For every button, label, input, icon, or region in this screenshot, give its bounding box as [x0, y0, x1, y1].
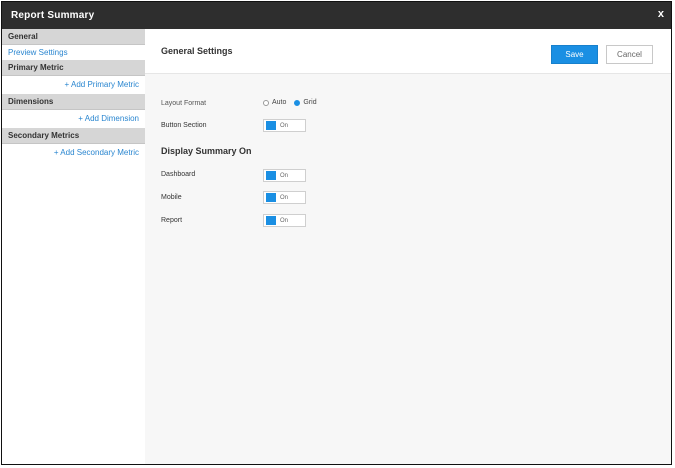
page-title: General Settings: [161, 46, 233, 56]
sidebar-header-dimensions: Dimensions: [2, 94, 145, 110]
cancel-button[interactable]: Cancel: [606, 45, 653, 64]
button-section-toggle[interactable]: On: [263, 119, 306, 132]
mobile-toggle[interactable]: On: [263, 191, 306, 204]
button-section-label: Button Section: [161, 122, 207, 129]
settings-header: General Settings Save Cancel: [145, 29, 671, 74]
report-summary-dialog: Report Summary x General Preview Setting…: [1, 1, 672, 465]
dashboard-toggle[interactable]: On: [263, 169, 306, 182]
close-icon[interactable]: x: [658, 9, 664, 20]
button-section-row: Button Section: [161, 122, 207, 129]
dialog-title: Report Summary: [11, 10, 95, 21]
toggle-text: On: [280, 217, 289, 224]
radio-grid[interactable]: [294, 99, 301, 106]
layout-format-row: Layout Format: [161, 100, 206, 107]
report-label: Report: [161, 217, 183, 224]
layout-option-grid-label: Grid: [303, 99, 317, 106]
settings-panel: General Settings Save Cancel Layout Form…: [145, 29, 671, 464]
sidebar-item-preview-settings[interactable]: Preview Settings: [2, 45, 145, 60]
dashboard-label: Dashboard: [161, 171, 196, 178]
toggle-knob: [266, 216, 276, 225]
toggle-text: On: [280, 122, 289, 129]
layout-format-label: Layout Format: [161, 100, 207, 107]
sidebar-header-primary-metric: Primary Metric: [2, 60, 145, 76]
add-dimension-link[interactable]: + Add Dimension: [2, 110, 145, 128]
layout-format-radio-group: Auto Grid: [263, 99, 325, 106]
layout-option-auto-label: Auto: [272, 99, 287, 106]
add-primary-metric-link[interactable]: + Add Primary Metric: [2, 76, 145, 94]
dashboard-row: Dashboard: [161, 171, 195, 178]
sidebar: General Preview Settings Primary Metric …: [2, 29, 146, 464]
toggle-knob: [266, 121, 276, 130]
mobile-label: Mobile: [161, 194, 182, 201]
toggle-knob: [266, 171, 276, 180]
save-button[interactable]: Save: [551, 45, 598, 64]
dialog-titlebar: Report Summary x: [2, 2, 671, 29]
toggle-text: On: [280, 194, 289, 201]
sidebar-header-secondary-metrics: Secondary Metrics: [2, 128, 145, 144]
mobile-row: Mobile: [161, 194, 182, 201]
toggle-text: On: [280, 172, 289, 179]
display-summary-title: Display Summary On: [161, 146, 252, 156]
report-row: Report: [161, 217, 182, 224]
report-toggle[interactable]: On: [263, 214, 306, 227]
radio-auto[interactable]: [263, 99, 269, 106]
layout-option-auto[interactable]: Auto: [263, 99, 286, 106]
layout-option-grid[interactable]: Grid: [294, 99, 317, 106]
add-secondary-metric-link[interactable]: + Add Secondary Metric: [2, 144, 145, 162]
sidebar-header-general: General: [2, 29, 145, 45]
toggle-knob: [266, 193, 276, 202]
